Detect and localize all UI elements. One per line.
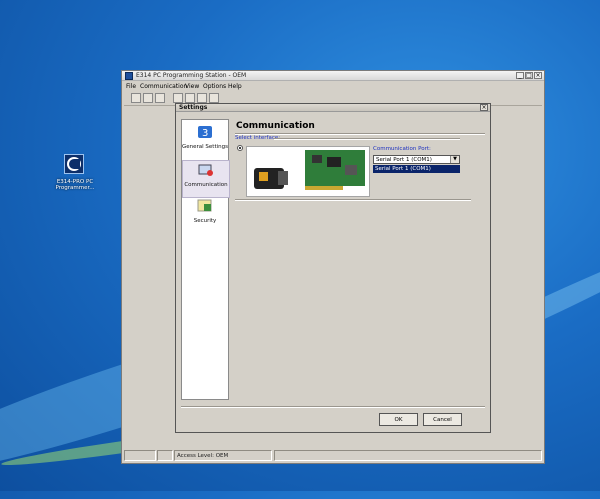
app-icon xyxy=(125,72,133,80)
status-bar: Access Level: OEM xyxy=(122,449,544,463)
interface-image xyxy=(246,146,370,197)
divider xyxy=(181,406,485,408)
app-titlebar[interactable]: E314 PC Programming Station - OEM _ □ × xyxy=(122,71,544,81)
status-panel-1 xyxy=(124,450,156,461)
menu-options[interactable]: Options xyxy=(203,83,226,90)
status-panel-2 xyxy=(157,450,173,461)
nav-item-communication[interactable]: Communication xyxy=(182,160,230,198)
save-icon[interactable] xyxy=(185,93,195,103)
general-settings-icon: 3 xyxy=(198,126,212,139)
settings-nav: 3 General Settings Communication Securit… xyxy=(181,119,230,400)
status-panel-progress xyxy=(274,450,542,461)
close-button[interactable]: × xyxy=(534,72,542,79)
grid-icon[interactable] xyxy=(197,93,207,103)
access-level-status: Access Level: OEM xyxy=(174,450,272,461)
settings-title: Settings xyxy=(179,104,208,111)
nav-item-security[interactable]: Security xyxy=(182,197,228,233)
security-icon xyxy=(197,199,212,212)
communication-icon xyxy=(198,164,213,176)
menu-communication[interactable]: Communication xyxy=(140,83,187,90)
minimize-button[interactable]: _ xyxy=(516,72,524,79)
menu-help[interactable]: Help xyxy=(228,83,242,90)
chevron-down-icon[interactable]: ▼ xyxy=(450,156,459,163)
interface-hardware-icon xyxy=(254,150,365,190)
menu-view[interactable]: View xyxy=(185,83,199,90)
print-icon[interactable] xyxy=(209,93,219,103)
desktop-app-icon[interactable] xyxy=(64,154,84,174)
disconnect-icon[interactable] xyxy=(143,93,153,103)
maximize-button[interactable]: □ xyxy=(525,72,533,79)
settings-titlebar[interactable]: Settings × xyxy=(176,104,490,112)
port-option-com1[interactable]: Serial Port 1 (COM1) xyxy=(373,165,460,173)
settings-dialog: Settings × 3 General Settings Communicat… xyxy=(175,103,491,433)
divider xyxy=(235,199,471,201)
menu-bar: File Communication View Options Help xyxy=(122,82,544,91)
divider xyxy=(274,138,460,140)
ok-button[interactable]: OK xyxy=(379,413,418,426)
app-title: E314 PC Programming Station - OEM xyxy=(136,72,247,79)
menu-file[interactable]: File xyxy=(126,83,136,90)
nav-item-general-settings[interactable]: 3 General Settings xyxy=(182,123,228,159)
interface-radio[interactable] xyxy=(237,145,243,151)
toolbar xyxy=(125,92,225,103)
connect-icon[interactable] xyxy=(131,93,141,103)
svg-text:3: 3 xyxy=(202,128,208,139)
section-heading: Communication xyxy=(236,121,315,131)
communication-port-select[interactable]: Serial Port 1 (COM1) ▼ xyxy=(373,155,460,164)
settings-close-button[interactable]: × xyxy=(480,104,488,111)
communication-port-label: Communication Port: xyxy=(373,146,431,152)
open-folder-icon[interactable] xyxy=(173,93,183,103)
refresh-icon[interactable] xyxy=(155,93,165,103)
cancel-button[interactable]: Cancel xyxy=(423,413,462,426)
desktop-app-label[interactable]: E314-PRO PC Programmer... xyxy=(50,179,100,191)
